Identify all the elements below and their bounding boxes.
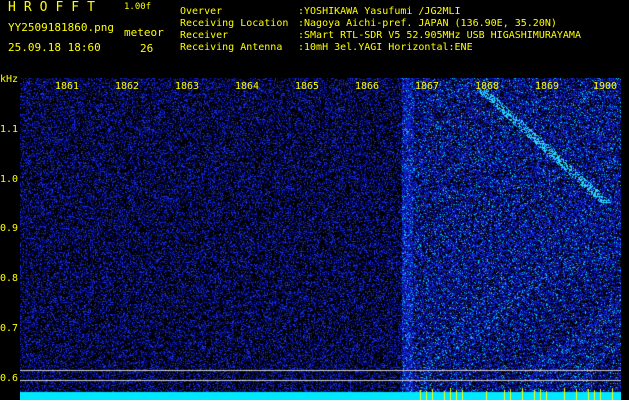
info-label: Receiving Location — [180, 18, 289, 29]
info-antenna: Receiving Antenna :10mH 3el.YAGI Horizont… — [180, 42, 473, 53]
x-tick-label: 1867 — [415, 81, 440, 92]
x-tick-label: 1869 — [535, 81, 560, 92]
info-label: Overver — [180, 6, 223, 17]
info-location: Receiving Location :Nagoya Aichi-pref. JA… — [180, 18, 557, 29]
x-tick-label: 1862 — [115, 81, 140, 92]
x-tick-label: 1863 — [175, 81, 200, 92]
x-tick-label: 1864 — [235, 81, 260, 92]
y-tick-label: 0.6 — [0, 373, 19, 384]
info-value: :YOSHIKAWA Yasufumi /JG2MLI — [298, 6, 461, 17]
info-value: :10mH 3el.YAGI Horizontal:ENE — [298, 42, 473, 53]
meteor-count: 26 — [140, 42, 154, 55]
info-observer: Overver :YOSHIKAWA Yasufumi /JG2MLI — [180, 6, 461, 17]
x-tick-label: 1865 — [295, 81, 320, 92]
spectrogram-canvas — [20, 78, 621, 400]
info-label: Receiver — [180, 30, 229, 41]
spectrogram — [20, 78, 621, 400]
y-tick-label: 1.1 — [0, 124, 19, 135]
app-version: 1.00f — [124, 2, 152, 12]
y-tick-label: 1.0 — [0, 174, 19, 185]
meteor-label: meteor — [124, 26, 164, 39]
y-tick-label: 0.9 — [0, 223, 19, 234]
x-tick-label: 1861 — [55, 81, 80, 92]
x-tick-label: 1866 — [355, 81, 380, 92]
x-tick-label: 1868 — [475, 81, 500, 92]
y-tick-label: 0.8 — [0, 273, 19, 284]
info-label: Receiving Antenna — [180, 42, 283, 53]
info-value: :SMart RTL-SDR V5 52.905MHz USB HIGASHIM… — [298, 30, 581, 41]
y-tick-label: 0.7 — [0, 323, 19, 334]
app-title: HROFFT — [8, 0, 103, 15]
info-value: :Nagoya Aichi-pref. JAPAN (136.90E, 35.2… — [298, 18, 557, 29]
y-axis-unit: kHz — [0, 74, 19, 85]
file-name: YY2509181860.png — [8, 21, 114, 34]
date-time: 25.09.18 18:60 — [8, 41, 101, 54]
x-tick-label: 1900 — [593, 81, 618, 92]
info-receiver: Receiver :SMart RTL-SDR V5 52.905MHz USB … — [180, 30, 581, 41]
